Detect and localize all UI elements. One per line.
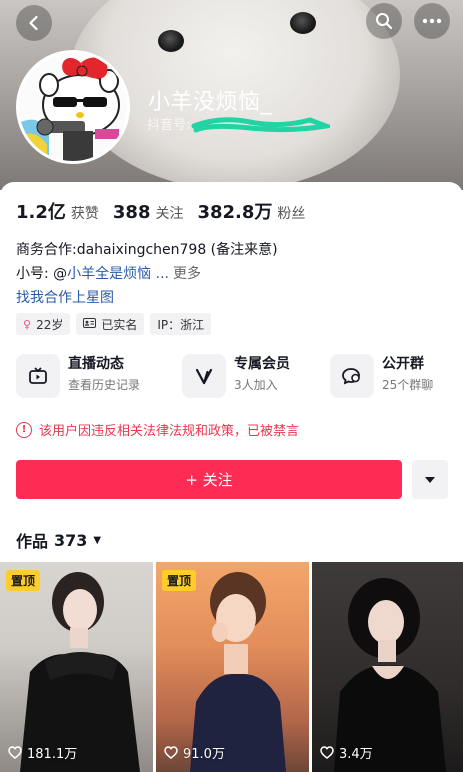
video-thumbnail[interactable]: 置顶 91.0万	[156, 562, 309, 772]
like-count: 3.4万	[320, 743, 373, 762]
heart-icon	[8, 746, 22, 759]
feature-title: 直播动态	[68, 356, 124, 372]
douyin-id[interactable]: 抖音号:	[147, 114, 190, 133]
tag-text: 22岁	[36, 317, 64, 332]
video-thumbnail[interactable]: 置顶 181.1万	[0, 562, 153, 772]
like-count-text: 91.0万	[183, 747, 225, 762]
tag-age: ♀ 22岁	[16, 313, 71, 335]
live-tv-icon	[16, 354, 60, 398]
id-card-icon	[83, 317, 97, 331]
caret-down-icon: ▼	[93, 534, 102, 546]
ban-warning: ! 该用户因违反相关法律法规和政策，已被禁言	[16, 420, 299, 439]
feature-subtitle: 3人加入	[234, 378, 278, 392]
feature-entries: 直播动态 查看历史记录 专属会员 3人加入 公开群 25个群聊	[16, 354, 456, 402]
banner-image-detail	[290, 12, 316, 34]
banner-image-detail	[158, 30, 184, 52]
feature-subtitle: 查看历史记录	[68, 378, 141, 392]
like-count-text: 3.4万	[339, 747, 373, 762]
female-icon: ♀	[23, 317, 32, 331]
heart-icon	[320, 746, 334, 759]
stat-number: 388	[112, 202, 151, 223]
stat-number: 382.8万	[197, 202, 273, 223]
back-arrow-icon	[29, 15, 38, 31]
bio-more-link[interactable]: 更多	[173, 266, 201, 282]
redaction-scribble	[191, 117, 330, 133]
star-map-link[interactable]: 找我合作上星图	[16, 287, 114, 307]
vip-entry[interactable]: 专属会员 3人加入	[182, 354, 290, 398]
tag-text: 已实名	[101, 317, 138, 332]
feature-title: 专属会员	[234, 356, 290, 372]
thumbnail-image	[20, 572, 140, 772]
tag-ip: IP：浙江	[150, 313, 212, 335]
feature-subtitle: 25个群聊	[382, 378, 434, 392]
video-thumbnail[interactable]: 3.4万	[312, 562, 463, 772]
profile-tags: ♀ 22岁 已实名 IP：浙江	[16, 313, 217, 335]
stats-row: 1.2亿 获赞 388 关注 382.8万 粉丝	[16, 198, 319, 224]
vip-icon	[182, 354, 226, 398]
chat-group-icon	[330, 354, 374, 398]
stat-number: 1.2亿	[16, 202, 66, 223]
stat-label: 粉丝	[277, 206, 306, 222]
avatar[interactable]	[16, 50, 130, 164]
caret-down-icon	[425, 476, 435, 483]
stat-label: 关注	[155, 206, 184, 222]
warning-text: 该用户因违反相关法律法规和政策，已被禁言	[39, 424, 300, 439]
tag-text: IP：浙江	[157, 317, 205, 332]
search-button[interactable]	[366, 3, 402, 39]
alt-account-link[interactable]: 小羊全是烦恼 ...	[67, 266, 169, 282]
thumbnail-image	[190, 572, 286, 772]
works-grid: 置顶 181.1万 置顶 91.0万 3.4万	[0, 562, 463, 772]
works-tab[interactable]: 作品 373 ▼	[16, 528, 101, 552]
like-count: 181.1万	[8, 743, 77, 762]
works-count: 373	[54, 530, 88, 550]
stat-followers[interactable]: 382.8万 粉丝	[197, 198, 305, 224]
search-icon	[376, 13, 393, 30]
follow-button[interactable]: + 关注	[16, 460, 402, 499]
stat-likes[interactable]: 1.2亿 获赞	[16, 198, 99, 224]
bio-business: 商务合作:dahaixingchen798 (备注来意)	[16, 242, 278, 258]
pinned-badge: 置顶	[6, 570, 41, 591]
pinned-badge: 置顶	[162, 570, 197, 591]
stat-label: 获赞	[70, 206, 99, 222]
bio-alt-account: 小号: @小羊全是烦恼 ... 更多	[16, 263, 201, 283]
thumbnail-image	[334, 578, 446, 772]
warning-icon: !	[16, 421, 32, 438]
feature-title: 公开群	[382, 356, 424, 372]
public-group-entry[interactable]: 公开群 25个群聊	[330, 354, 433, 398]
hello-kitty-avatar	[19, 53, 127, 161]
bio-alt-prefix: 小号: @	[16, 266, 68, 282]
more-dots-icon	[422, 18, 442, 24]
like-count: 91.0万	[164, 743, 225, 762]
back-button[interactable]	[16, 5, 52, 41]
more-button[interactable]	[414, 3, 450, 39]
like-count-text: 181.1万	[27, 747, 78, 762]
heart-icon	[164, 746, 178, 759]
works-title: 作品	[16, 532, 49, 551]
tag-verified: 已实名	[76, 313, 145, 335]
live-history-entry[interactable]: 直播动态 查看历史记录	[16, 354, 140, 398]
recommend-dropdown-button[interactable]	[412, 460, 448, 499]
stat-following[interactable]: 388 关注	[113, 202, 184, 223]
